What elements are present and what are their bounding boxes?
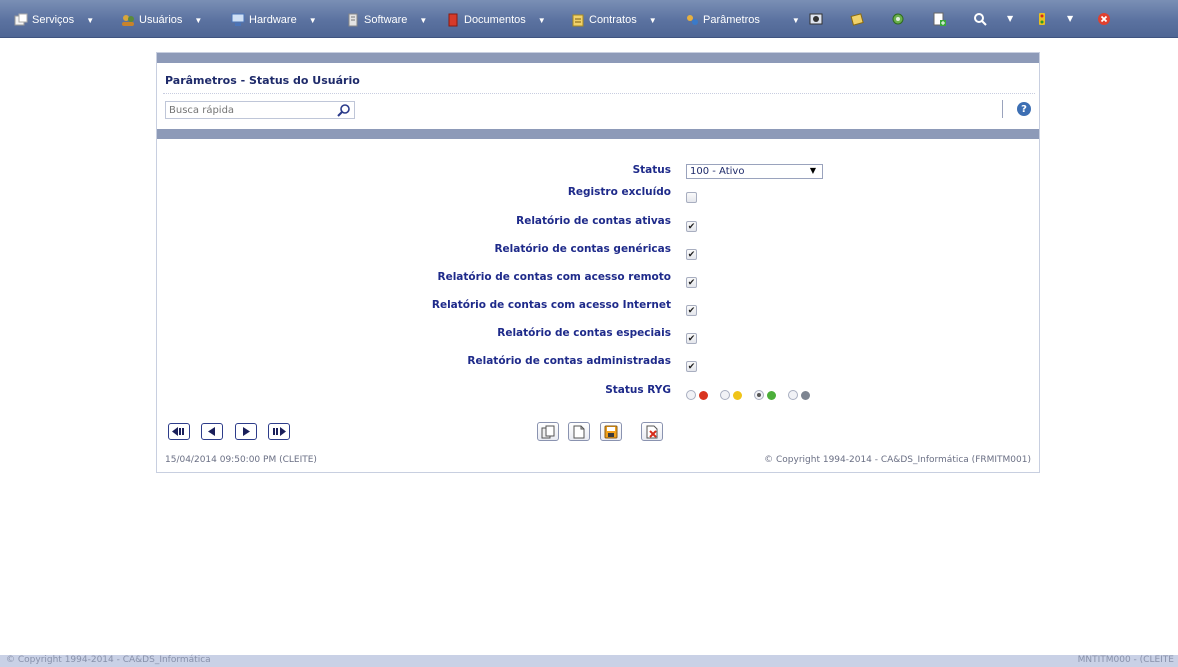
checkbox-contas-ativas[interactable]: ✔ <box>686 221 697 232</box>
parameters-icon <box>685 13 699 27</box>
chevron-down-icon: ▼ <box>809 166 816 175</box>
chevron-down-icon: ▼ <box>537 15 546 25</box>
menu-label-documentos: Documentos <box>464 14 526 26</box>
checkbox-contas-especiais[interactable]: ✔ <box>686 333 697 344</box>
screenshot-icon[interactable] <box>809 12 823 26</box>
chevron-down-icon[interactable]: ▼ <box>1007 14 1013 23</box>
row-label-registro-excluido: Registro excluído <box>567 186 671 198</box>
checkbox-contas-administradas[interactable]: ✔ <box>686 361 697 372</box>
chevron-down-icon: ▼ <box>308 15 317 25</box>
menu-servicos[interactable]: Serviços ▼ <box>14 11 94 29</box>
help-icon[interactable]: ? <box>1017 102 1031 116</box>
menu-label-usuarios: Usuários <box>139 14 183 26</box>
chevron-down-icon[interactable]: ▼ <box>1067 14 1073 23</box>
next-record-button[interactable] <box>235 423 257 440</box>
new-button[interactable] <box>568 422 590 441</box>
menu-software[interactable]: Software ▼ <box>346 11 427 29</box>
menu-label-hardware: Hardware <box>249 14 297 26</box>
copy-button[interactable] <box>537 422 559 441</box>
menu-label-software: Software <box>364 14 408 26</box>
status-select-value: 100 - Ativo <box>690 166 745 177</box>
menu-usuarios[interactable]: Usuários ▼ <box>121 11 202 29</box>
ryg-options <box>686 390 822 400</box>
quick-search-box[interactable] <box>165 101 355 119</box>
status-select-wrap: 100 - Ativo ▼ <box>686 164 823 179</box>
ryg-radio-gray[interactable] <box>788 390 798 400</box>
screen-id: MNTITM000 - (CLEITE <box>1077 655 1174 665</box>
gray-status-icon <box>801 390 810 400</box>
toolbar-divider <box>1002 100 1003 118</box>
save-icon <box>604 425 618 438</box>
panel-header-band <box>157 53 1039 63</box>
chevron-down-icon: ▼ <box>791 15 800 25</box>
page-copyright: © Copyright 1994-2014 - CA&DS_Informátic… <box>6 655 211 665</box>
panel-copyright: © Copyright 1994-2014 - CA&DS_Informátic… <box>764 455 1031 465</box>
row-label-acesso-internet: Relatório de contas com acesso Internet <box>431 299 671 311</box>
search-icon[interactable] <box>337 103 351 117</box>
hardware-icon <box>231 13 245 27</box>
users-icon <box>121 13 135 27</box>
ryg-radio-yellow[interactable] <box>720 390 730 400</box>
checkbox-contas-genericas[interactable]: ✔ <box>686 249 697 260</box>
checkbox-registro-excluido[interactable] <box>686 192 697 203</box>
menu-hardware[interactable]: Hardware ▼ <box>231 11 317 29</box>
software-icon <box>346 13 360 27</box>
first-record-button[interactable] <box>168 423 190 440</box>
green-status-icon <box>767 390 776 400</box>
page-title: Parâmetros - Status do Usuário <box>165 74 360 87</box>
services-icon <box>14 13 28 27</box>
last-record-button[interactable] <box>268 423 290 440</box>
ryg-radio-red[interactable] <box>686 390 696 400</box>
chevron-down-icon: ▼ <box>194 15 203 25</box>
row-label-contas-especiais: Relatório de contas especiais <box>497 327 671 339</box>
delete-icon <box>646 425 658 438</box>
menu-label-contratos: Contratos <box>589 14 637 26</box>
yellow-status-icon <box>733 390 742 400</box>
network-icon[interactable] <box>891 12 905 26</box>
ryg-label: Status RYG <box>605 384 671 396</box>
previous-arrow-icon <box>208 427 215 436</box>
first-arrow-icon <box>172 427 184 436</box>
ryg-radio-green[interactable] <box>754 390 764 400</box>
main-panel: Parâmetros - Status do Usuário ? Status … <box>156 52 1040 473</box>
menu-label-servicos: Serviços <box>32 14 75 26</box>
previous-record-button[interactable] <box>201 423 223 440</box>
last-arrow-icon <box>273 427 286 436</box>
documents-icon <box>446 13 460 27</box>
page-status-bar: © Copyright 1994-2014 - CA&DS_Informátic… <box>0 655 1178 667</box>
status-select[interactable]: 100 - Ativo ▼ <box>686 164 823 179</box>
menu-contratos[interactable]: Contratos ▼ <box>571 11 657 29</box>
chevron-down-icon: ▼ <box>648 15 657 25</box>
chevron-down-icon: ▼ <box>86 15 95 25</box>
delete-button[interactable] <box>641 422 663 441</box>
menu-label-parametros: Parâmetros <box>703 14 760 26</box>
copy-icon <box>541 425 555 438</box>
chevron-down-icon: ▼ <box>419 15 428 25</box>
checkbox-acesso-remoto[interactable]: ✔ <box>686 277 697 288</box>
menu-parametros[interactable]: Parâmetros ▼ <box>685 11 800 29</box>
contracts-icon <box>571 13 585 27</box>
search-input[interactable] <box>169 104 329 116</box>
new-document-icon <box>573 425 585 438</box>
title-divider <box>163 93 1035 94</box>
row-label-contas-administradas: Relatório de contas administradas <box>467 355 671 367</box>
new-document-icon[interactable] <box>932 12 946 26</box>
row-label-acesso-remoto: Relatório de contas com acesso remoto <box>437 271 671 283</box>
red-status-icon <box>699 390 708 400</box>
status-label: Status <box>632 164 671 176</box>
save-button[interactable] <box>600 422 622 441</box>
next-arrow-icon <box>243 427 250 436</box>
search-icon[interactable] <box>973 12 987 26</box>
panel-section-band <box>157 129 1039 139</box>
row-label-contas-genericas: Relatório de contas genéricas <box>494 243 671 255</box>
record-timestamp: 15/04/2014 09:50:00 PM (CLEITE) <box>165 455 317 465</box>
top-menu-bar: Serviços ▼ Usuários ▼ Hardware ▼ Softwar… <box>0 0 1178 38</box>
checkbox-acesso-internet[interactable]: ✔ <box>686 305 697 316</box>
row-label-contas-ativas: Relatório de contas ativas <box>516 215 671 227</box>
close-icon[interactable] <box>1097 12 1111 26</box>
menu-documentos[interactable]: Documentos ▼ <box>446 11 546 29</box>
notes-icon[interactable] <box>850 12 864 26</box>
traffic-light-icon[interactable] <box>1035 12 1049 26</box>
